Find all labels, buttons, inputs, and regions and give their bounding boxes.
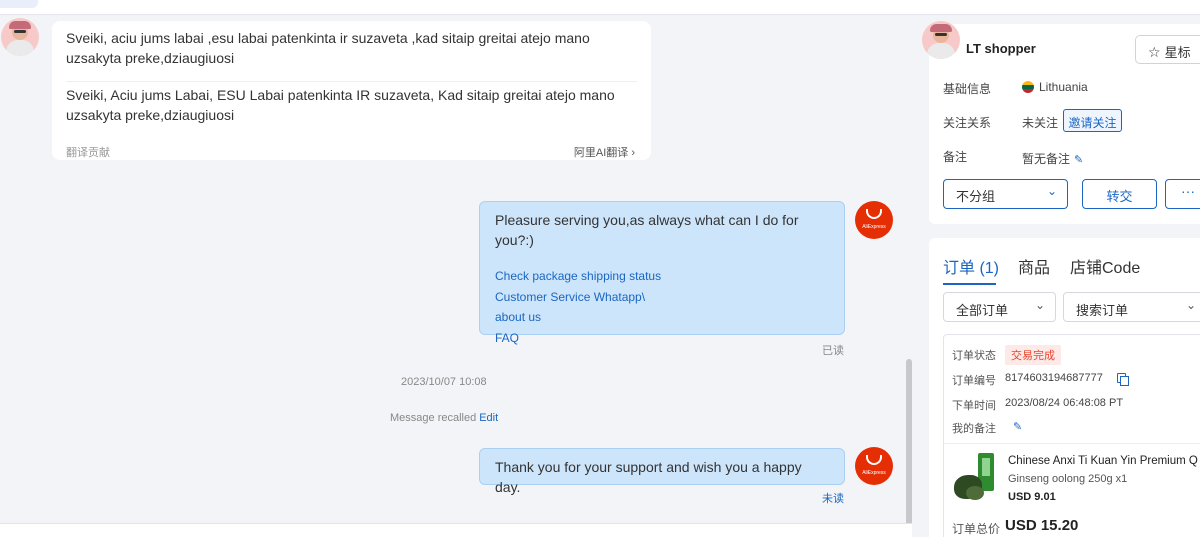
- customer-country: Lithuania: [1022, 80, 1088, 94]
- incoming-message-card: Sveiki, aciu jums labai ,esu labai paten…: [52, 21, 651, 160]
- tab-orders[interactable]: 订单 (1): [943, 254, 999, 278]
- order-time-value: 2023/08/24 06:48:08 PT: [1005, 397, 1124, 409]
- order-search-input[interactable]: 搜索订单 ⌄: [1063, 292, 1200, 322]
- read-status: 已读: [822, 345, 844, 357]
- star-icon: ☆: [1148, 44, 1161, 60]
- link-faq[interactable]: FAQ: [495, 328, 829, 349]
- order-total-value: USD 15.20: [1005, 517, 1079, 534]
- unread-status: 未读: [822, 493, 844, 505]
- chat-toolbar[interactable]: [0, 523, 912, 537]
- outgoing-message-text: Thank you for your support and wish you …: [495, 459, 802, 495]
- edit-pencil-icon[interactable]: ✎: [1074, 154, 1083, 166]
- incoming-message-translation: Sveiki, Aciu jums Labai, ESU Labai paten…: [66, 87, 615, 123]
- order-divider: [944, 443, 1200, 444]
- outgoing-message-bubble: Pleasure serving you,as always what can …: [479, 201, 845, 345]
- note-value: 暂无备注 ✎: [1022, 150, 1083, 167]
- note-value-text: 暂无备注: [1022, 152, 1071, 166]
- invite-follow-button[interactable]: 邀请关注: [1063, 109, 1122, 132]
- edit-pencil-icon[interactable]: ✎: [1013, 420, 1022, 433]
- order-status-value: 交易完成: [1005, 345, 1061, 365]
- recalled-edit-link[interactable]: Edit: [479, 412, 498, 424]
- recalled-text: Message recalled: [390, 412, 477, 424]
- ai-translate-link[interactable]: 阿里AI翻译 ›: [574, 144, 635, 160]
- order-number-label: 订单编号: [952, 375, 996, 387]
- order-filter-value: 全部订单: [956, 303, 1009, 318]
- product-price: USD 9.01: [1008, 491, 1056, 503]
- aliexpress-logo-icon: AliExpress: [855, 447, 893, 485]
- transfer-button[interactable]: 转交: [1082, 179, 1157, 209]
- chevron-down-icon: ⌄: [1185, 298, 1196, 312]
- order-time-label: 下单时间: [952, 400, 996, 412]
- product-title[interactable]: Chinese Anxi Ti Kuan Yin Premium Q: [1008, 455, 1200, 467]
- top-strip: [0, 0, 1200, 15]
- group-select-value: 不分组: [956, 189, 996, 204]
- lithuania-flag-icon: [1022, 81, 1034, 93]
- tab-store-code[interactable]: 店铺Code: [1070, 254, 1140, 278]
- link-customer-service-whatsapp[interactable]: Customer Service Whatapp\: [495, 287, 829, 308]
- customer-name: LT shopper: [966, 41, 1036, 56]
- relation-value: 未关注: [1022, 116, 1059, 130]
- relation-label: 关注关系: [943, 116, 992, 130]
- chat-area: Sveiki, aciu jums labai ,esu labai paten…: [0, 16, 912, 537]
- message-timestamp: 2023/10/07 10:08: [401, 376, 487, 388]
- active-tab-underline: [943, 283, 996, 285]
- status-badge: 交易完成: [1005, 345, 1061, 365]
- outgoing-message-text: Pleasure serving you,as always what can …: [495, 212, 799, 248]
- my-note-label: 我的备注: [952, 423, 996, 435]
- more-button[interactable]: ···: [1165, 179, 1200, 209]
- link-about-us[interactable]: about us: [495, 307, 829, 328]
- group-select[interactable]: 不分组 ⌄: [943, 179, 1068, 209]
- incoming-message-original: Sveiki, aciu jums labai ,esu labai paten…: [66, 30, 590, 66]
- basic-info-label: 基础信息: [943, 82, 992, 96]
- tab-products[interactable]: 商品: [1018, 254, 1050, 278]
- translation-contribute-link[interactable]: 翻译贡献: [66, 144, 110, 160]
- customer-profile-avatar: [922, 21, 960, 59]
- order-total-label: 订单总价: [952, 522, 1001, 536]
- star-button-label: 星标: [1164, 45, 1191, 60]
- order-search-placeholder: 搜索订单: [1076, 303, 1129, 318]
- recalled-notice: Message recalled Edit: [390, 412, 498, 424]
- order-number-value: 8174603194687777: [1005, 372, 1103, 384]
- copy-icon[interactable]: [1117, 373, 1129, 386]
- link-check-package[interactable]: Check package shipping status: [495, 266, 829, 287]
- outgoing-message-bubble: Thank you for your support and wish you …: [479, 448, 845, 495]
- note-label: 备注: [943, 150, 968, 164]
- chevron-down-icon: ⌄: [1034, 298, 1045, 312]
- customer-avatar[interactable]: [1, 18, 39, 56]
- translation-divider: [66, 81, 637, 82]
- order-filter-select[interactable]: 全部订单 ⌄: [943, 292, 1056, 322]
- chat-scrollbar[interactable]: [906, 359, 912, 537]
- order-status-label: 订单状态: [952, 350, 996, 362]
- star-button[interactable]: ☆ 星标: [1135, 35, 1200, 64]
- product-variant: Ginseng oolong 250g x1: [1008, 473, 1128, 485]
- top-tab-nub: [0, 0, 38, 8]
- chevron-down-icon: ⌄: [1046, 184, 1057, 198]
- customer-country-label: Lithuania: [1039, 80, 1088, 94]
- aliexpress-logo-icon: AliExpress: [855, 201, 893, 239]
- product-image[interactable]: [952, 450, 1002, 502]
